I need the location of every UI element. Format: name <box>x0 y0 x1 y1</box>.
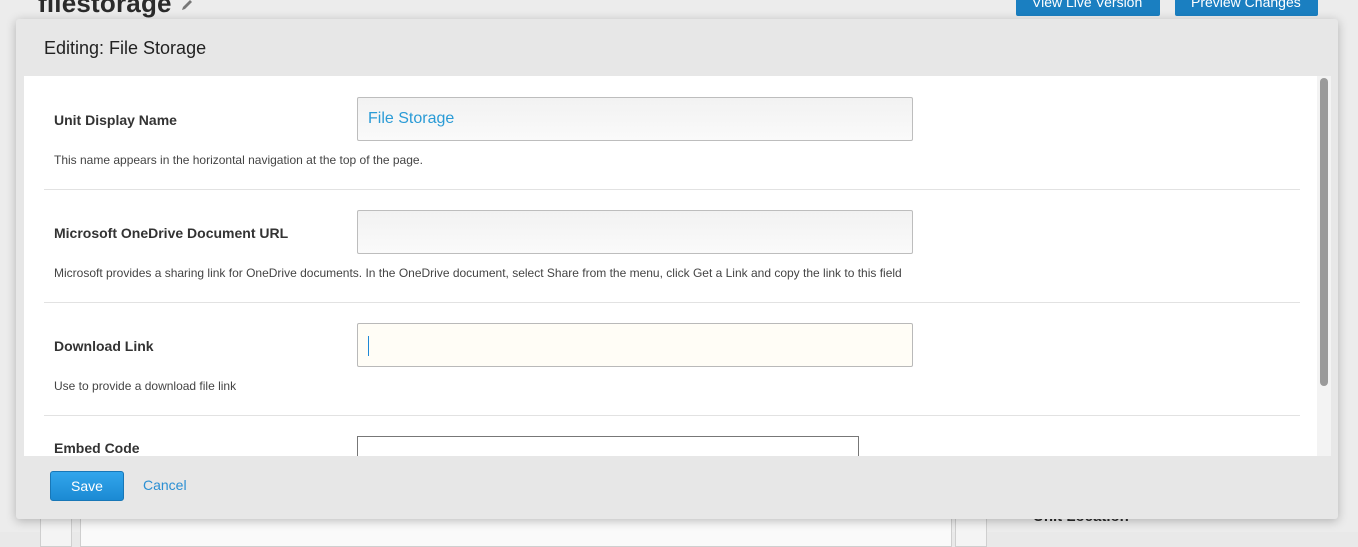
divider <box>44 415 1300 416</box>
cancel-link[interactable]: Cancel <box>143 477 187 493</box>
modal-scrollbar[interactable] <box>1317 76 1331 456</box>
download-link-input[interactable] <box>357 323 913 367</box>
view-live-version-button[interactable]: View Live Version <box>1016 0 1160 16</box>
embed-code-textarea[interactable] <box>357 436 859 456</box>
edit-modal: Editing: File Storage Unit Display Name … <box>16 19 1338 519</box>
onedrive-url-label: Microsoft OneDrive Document URL <box>54 225 289 241</box>
scrollbar-thumb[interactable] <box>1320 78 1328 386</box>
onedrive-url-help: Microsoft provides a sharing link for On… <box>54 266 902 280</box>
download-link-label: Download Link <box>54 338 154 354</box>
onedrive-url-input[interactable] <box>357 210 913 254</box>
embed-code-label: Embed Code <box>54 440 140 456</box>
unit-display-name-help: This name appears in the horizontal navi… <box>54 153 423 167</box>
pencil-icon[interactable] <box>180 0 194 12</box>
page-title: filestorage <box>38 0 172 18</box>
save-button[interactable]: Save <box>50 471 124 501</box>
divider <box>44 302 1300 303</box>
unit-display-name-label: Unit Display Name <box>54 112 177 128</box>
modal-body: Unit Display Name File Storage This name… <box>24 76 1331 456</box>
divider <box>44 189 1300 190</box>
download-link-help: Use to provide a download file link <box>54 379 237 393</box>
preview-changes-button[interactable]: Preview Changes <box>1175 0 1318 16</box>
text-caret <box>368 336 369 356</box>
modal-title: Editing: File Storage <box>44 38 207 58</box>
unit-display-name-input[interactable]: File Storage <box>357 97 913 141</box>
